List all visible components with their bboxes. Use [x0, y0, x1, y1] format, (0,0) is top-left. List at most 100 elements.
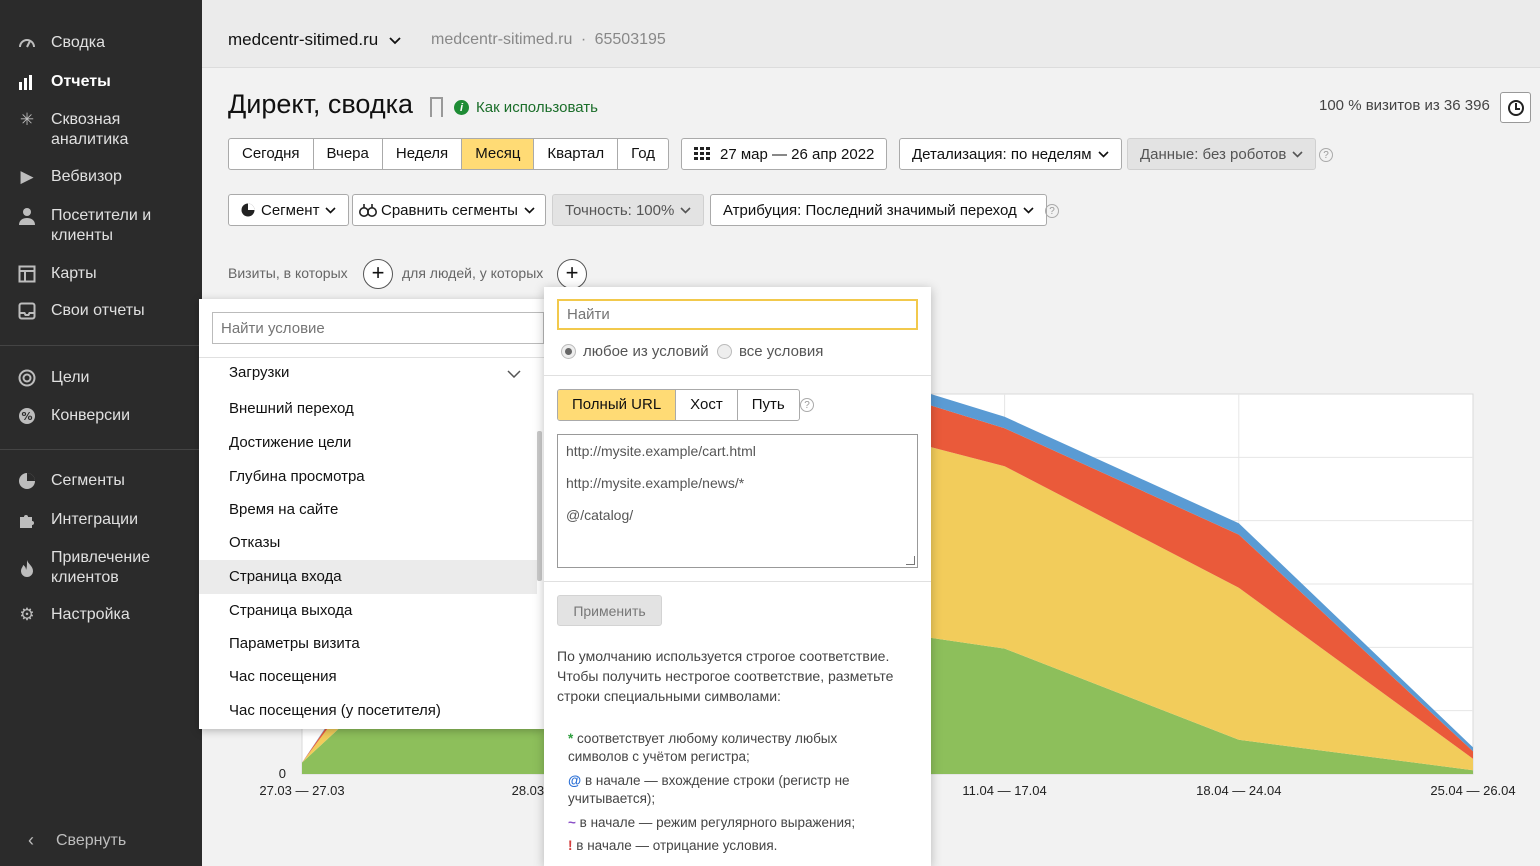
- url-line: http://mysite.example/news/*: [566, 475, 745, 491]
- sidebar-item-settings[interactable]: ⚙ Настройка: [0, 605, 202, 625]
- condition-item[interactable]: Достижение цели: [199, 426, 537, 460]
- date-range-button[interactable]: 27 мар — 26 апр 2022: [681, 138, 888, 170]
- attribution-dropdown[interactable]: Атрибуция: Последний значимый переход: [710, 194, 1047, 226]
- sidebar-item-webvisor[interactable]: ▶ Вебвизор: [0, 167, 202, 187]
- apply-button[interactable]: Применить: [557, 595, 662, 626]
- sidebar-item-label: Свои отчеты: [51, 302, 145, 319]
- sidebar-item-summary[interactable]: Сводка: [0, 33, 202, 53]
- mode-full-url[interactable]: Полный URL: [558, 390, 677, 420]
- radio-all-conditions[interactable]: все условия: [717, 343, 823, 360]
- period-yesterday[interactable]: Вчера: [314, 139, 383, 169]
- period-quarter[interactable]: Квартал: [534, 139, 619, 169]
- match-help-text: По умолчанию используется строгое соотве…: [557, 648, 894, 704]
- accuracy-label: Точность: 100%: [565, 201, 675, 219]
- detail-dropdown[interactable]: Детализация: по неделям: [899, 138, 1122, 170]
- x-tick-label: 11.04 — 17.04: [962, 783, 1046, 798]
- attribution-label: Атрибуция: Последний значимый переход: [723, 201, 1017, 219]
- help-icon[interactable]: ?: [1045, 204, 1059, 218]
- compare-icon: [359, 204, 377, 217]
- period-selector: Сегодня Вчера Неделя Месяц Квартал Год: [228, 138, 670, 170]
- bookmark-icon[interactable]: [430, 97, 443, 118]
- sidebar-item-label: Сводка: [51, 34, 106, 51]
- sidebar-item-segments[interactable]: Сегменты: [0, 471, 202, 491]
- radio-dot: [561, 344, 576, 359]
- condition-item[interactable]: Час посещения (у посетителя): [199, 694, 537, 728]
- compare-segments-dropdown[interactable]: Сравнить сегменты: [352, 194, 546, 226]
- condition-item[interactable]: Параметры визита: [199, 627, 537, 661]
- collapse-sidebar-button[interactable]: ‹ Свернуть: [28, 830, 126, 851]
- percent-icon: %: [17, 406, 37, 426]
- chevron-down-icon: [507, 370, 521, 378]
- scrollbar-thumb[interactable]: [537, 431, 542, 581]
- rule-text: в начале — отрицание условия.: [576, 838, 778, 853]
- segment-label: Сегмент: [261, 201, 320, 219]
- segment-dropdown[interactable]: Сегмент: [228, 194, 350, 226]
- resize-handle[interactable]: [906, 556, 915, 565]
- condition-item[interactable]: Внешний переход: [199, 392, 537, 426]
- sidebar-item-acquisition[interactable]: Привлечение клиентов: [0, 548, 202, 588]
- url-line: http://mysite.example/cart.html: [566, 443, 756, 459]
- mode-path[interactable]: Путь: [738, 390, 799, 420]
- how-to-use-link[interactable]: i Как использовать: [454, 99, 598, 116]
- period-week[interactable]: Неделя: [383, 139, 463, 169]
- chevron-down-icon: [680, 206, 691, 214]
- history-button[interactable]: [1500, 92, 1531, 123]
- period-year[interactable]: Год: [618, 139, 668, 169]
- sidebar-item-goals[interactable]: Цели: [0, 368, 202, 388]
- url-search-input[interactable]: [557, 299, 918, 330]
- add-visit-condition-button[interactable]: +: [363, 259, 393, 289]
- separator-dot: ·: [580, 31, 587, 48]
- calendar-icon: [694, 147, 710, 160]
- sidebar-item-maps[interactable]: Карты: [0, 264, 202, 284]
- chevron-down-icon: [325, 206, 337, 214]
- condition-item[interactable]: Страница выхода: [199, 594, 537, 628]
- scrollbar[interactable]: [537, 369, 542, 719]
- help-icon[interactable]: ?: [1319, 148, 1333, 162]
- sidebar-item-label: Отчеты: [51, 73, 111, 90]
- chevron-left-icon: ‹: [28, 830, 34, 850]
- condition-item[interactable]: Час посещения: [199, 660, 537, 694]
- sidebar-item-analytics[interactable]: ✳ Сквозная аналитика: [0, 110, 202, 150]
- sidebar-item-reports[interactable]: Отчеты: [0, 72, 202, 92]
- page-title: Директ, сводка: [228, 89, 414, 119]
- site-selector[interactable]: medcentr-sitimed.ru: [228, 30, 401, 50]
- radio-any-condition[interactable]: любое из условий: [561, 343, 709, 360]
- rule-text: в начале — вхождение строки (регистр не …: [568, 773, 850, 806]
- chevron-down-icon: [389, 36, 401, 44]
- data-filter-dropdown[interactable]: Данные: без роботов: [1127, 138, 1317, 170]
- sidebar-item-conversions[interactable]: % Конверсии: [0, 406, 202, 426]
- sidebar: Сводка Отчеты ✳ Сквозная аналитика ▶ Веб…: [0, 0, 202, 866]
- url-line: @/catalog/: [566, 507, 634, 523]
- radio-dot: [717, 344, 732, 359]
- bar-chart-icon: [17, 72, 37, 92]
- detail-label: Детализация: по неделям: [912, 145, 1092, 163]
- period-month[interactable]: Месяц: [462, 139, 535, 169]
- condition-list-dropdown: Загрузки Внешний переход Достижение цели…: [199, 299, 544, 729]
- puzzle-icon: [17, 510, 37, 530]
- user-icon: [17, 206, 37, 226]
- help-icon[interactable]: ?: [800, 398, 814, 412]
- condition-item[interactable]: Время на сайте: [199, 493, 537, 527]
- url-list-textarea[interactable]: http://mysite.example/cart.html http://m…: [557, 434, 918, 568]
- sidebar-item-visitors[interactable]: Посетители и клиенты: [0, 206, 202, 246]
- condition-group-downloads[interactable]: Загрузки: [199, 356, 537, 390]
- counter-id: 65503195: [594, 31, 666, 48]
- site-url: medcentr-sitimed.ru: [431, 31, 573, 48]
- condition-item-selected[interactable]: Страница входа: [199, 560, 537, 594]
- site-name: medcentr-sitimed.ru: [228, 30, 379, 49]
- visits-condition-label: Визиты, в которых: [228, 265, 348, 281]
- add-people-condition-button[interactable]: +: [557, 259, 587, 289]
- condition-item[interactable]: Глубина просмотра: [199, 460, 537, 494]
- y-tick-label: 0: [279, 766, 286, 781]
- mode-host[interactable]: Хост: [676, 390, 738, 420]
- clock-icon: [1507, 99, 1524, 116]
- sidebar-item-integrations[interactable]: Интеграции: [0, 510, 202, 530]
- gear-icon: ⚙: [19, 605, 35, 624]
- condition-search-input[interactable]: [212, 312, 544, 344]
- condition-item[interactable]: Отказы: [199, 526, 537, 560]
- gauge-icon: [17, 33, 37, 53]
- period-today[interactable]: Сегодня: [229, 139, 314, 169]
- accuracy-dropdown[interactable]: Точность: 100%: [552, 194, 705, 226]
- sidebar-item-custom-reports[interactable]: Свои отчеты: [0, 301, 202, 321]
- counter-info: medcentr-sitimed.ru · 65503195: [431, 31, 666, 49]
